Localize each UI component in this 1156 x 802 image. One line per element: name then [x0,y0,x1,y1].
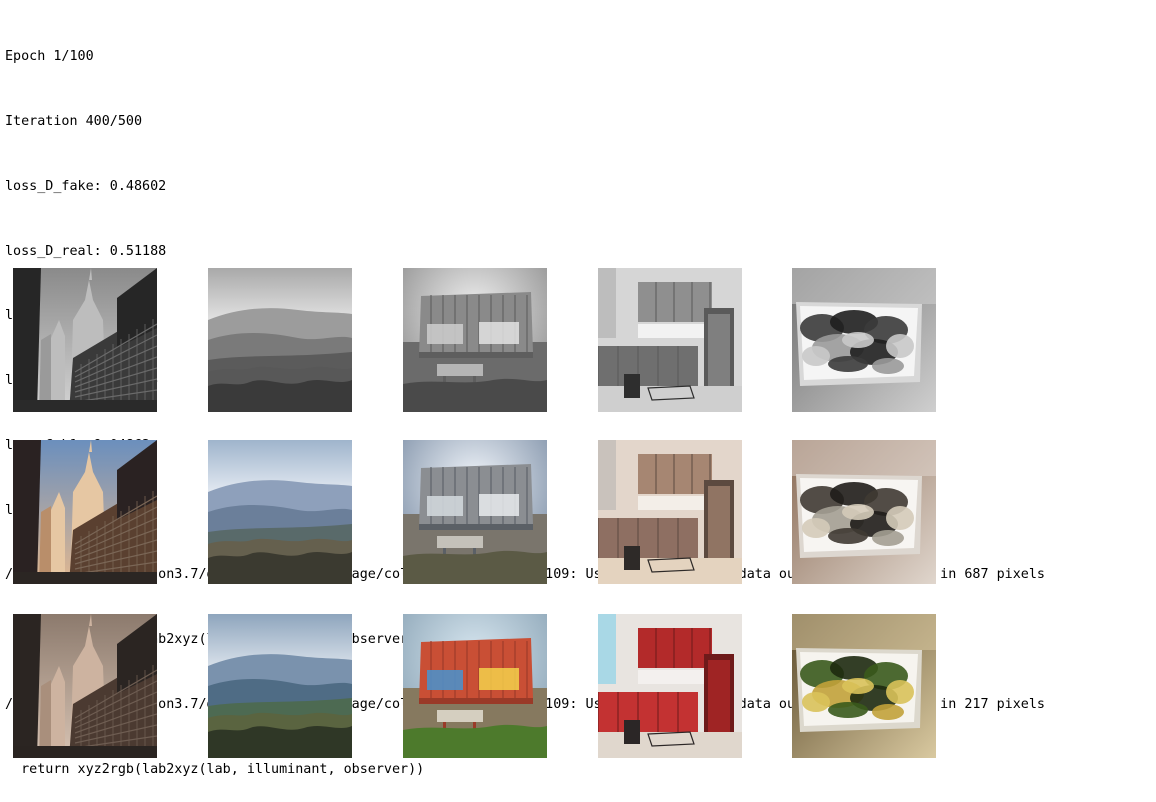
log-line-epoch: Epoch 1/100 [5,49,94,65]
grayscale-input-image-modern-kitchen [598,268,742,412]
predicted-color-image-freight-boxcar [403,440,547,584]
grayscale-input-image-city-skyscrapers [13,268,157,412]
log-line-loss-d-fake: loss_D_fake: 0.48602 [5,178,167,194]
real-color-image-freight-boxcar [403,614,547,758]
real-color-image-mountain-landscape [208,614,352,758]
predicted-color-image-modern-kitchen [598,440,742,584]
predicted-color-image-food-bowl [792,440,936,584]
real-color-image-modern-kitchen [598,614,742,758]
real-color-image-food-bowl [792,614,936,758]
predicted-color-image-city-skyscrapers [13,440,157,584]
predicted-color-image-mountain-landscape [208,440,352,584]
grayscale-input-image-food-bowl [792,268,936,412]
grayscale-input-image-freight-boxcar [403,268,547,412]
log-line-iteration: Iteration 400/500 [5,113,143,129]
log-line-loss-d-real: loss_D_real: 0.51188 [5,243,167,259]
grayscale-input-image-mountain-landscape [208,268,352,412]
real-color-image-city-skyscrapers [13,614,157,758]
